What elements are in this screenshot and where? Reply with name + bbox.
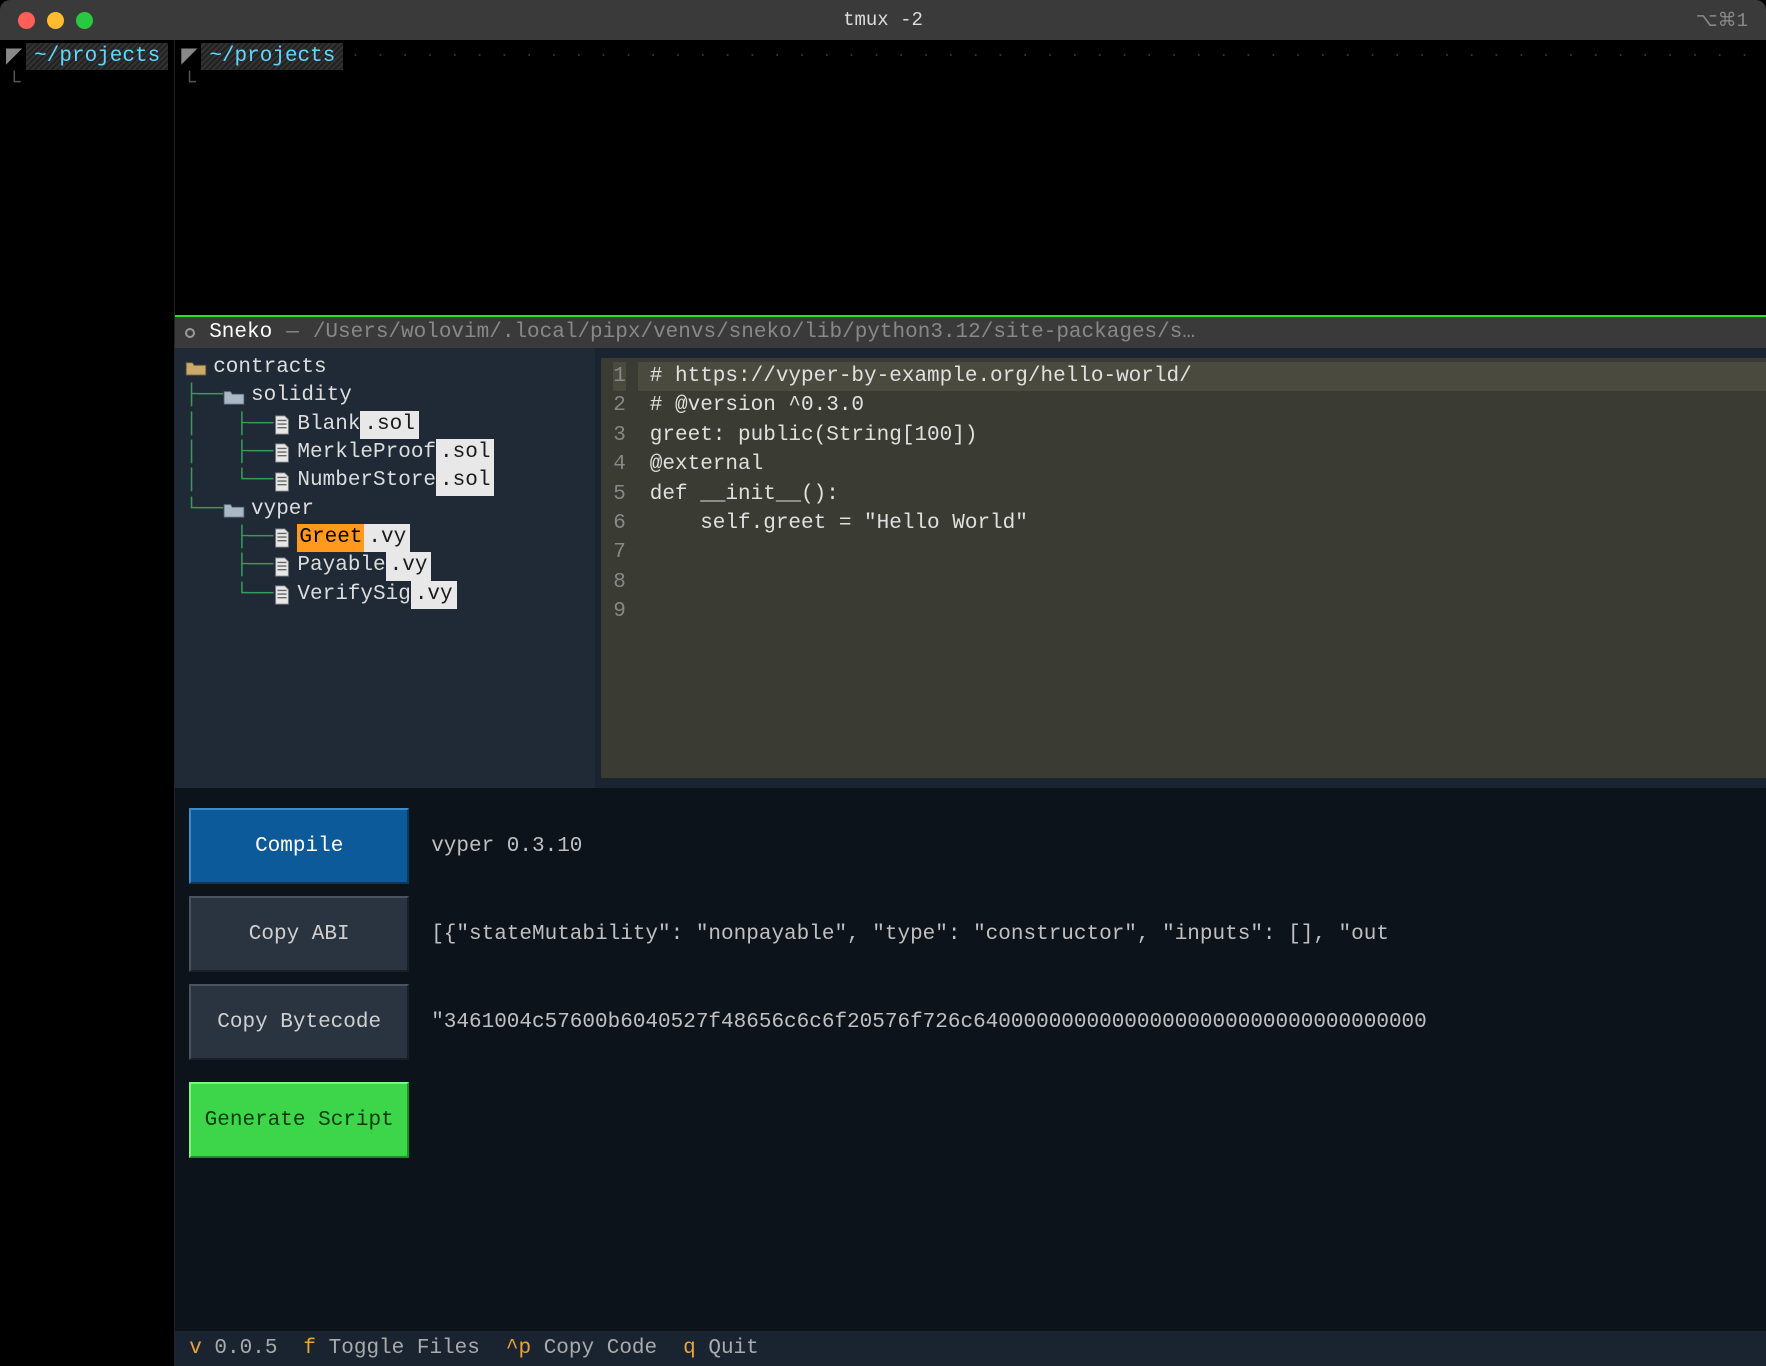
titlebar-right-indicator: ⌥⌘1 [1696,9,1766,32]
status-quit-label: Quit [708,1337,758,1360]
pane-right-header: ◤ ~/projects · · · · · · · · · · · · · ·… [175,40,1766,72]
minimize-window-button[interactable] [47,12,64,29]
maximize-window-button[interactable] [76,12,93,29]
pane-right-empty [175,95,1766,315]
code-line: @external [650,450,1766,479]
file-icon [273,585,291,605]
window-titlebar: tmux -2 ⌥⌘1 [0,0,1766,40]
tree-file-label: Payable [297,552,385,580]
code-line: self.greet = "Hello World" [650,509,1766,538]
tree-folder-vyper[interactable]: └── vyper [185,496,585,524]
tree-file[interactable]: └── VerifySig.vy [185,581,585,609]
tree-file-ext: .vy [364,524,410,552]
tree-folder-label: solidity [251,382,352,410]
powerline-arrow-icon: ◤ [181,43,197,69]
copy-bytecode-button[interactable]: Copy Bytecode [189,984,409,1060]
dots-fill: · · · · · · · · · · · · · · · · · · · · … [343,48,1766,64]
tree-file-selected[interactable]: ├── Greet.vy [185,524,585,552]
pane-left-header: ◤ ~/projects [0,40,174,72]
code-editor[interactable]: 1 23456789 # https://vyper-by-example.or… [601,358,1766,778]
status-toggle-key[interactable]: f [303,1337,316,1360]
folder-icon [185,360,207,376]
status-copy-key[interactable]: ^p [506,1337,531,1360]
app-name: Sneko [209,321,272,344]
tree-file-label: Greet [297,524,364,552]
file-icon [273,528,291,548]
traffic-lights [0,12,93,29]
tree-file-ext: .sol [360,411,418,439]
tree-file-label: VerifySig [297,581,410,609]
status-copy-label: Copy Code [544,1337,657,1360]
app-dash: — [286,321,299,344]
generate-row: Generate Script [189,1082,1766,1158]
prompt-corner-left: └ [0,72,174,95]
actions-area: Compile vyper 0.3.10 Copy ABI [{"stateMu… [175,788,1766,1366]
status-bar: v 0.0.5 f Toggle Files ^p Copy Code q Qu… [175,1331,1766,1366]
code-line: def __init__(): [650,480,1766,509]
app-dot-icon [185,328,195,338]
line-gutter: 1 23456789 [601,358,638,778]
tree-file-ext: .vy [411,581,457,609]
powerline-arrow-icon: ◤ [6,43,22,69]
folder-icon [223,389,245,405]
copy-abi-row: Copy ABI [{"stateMutability": "nonpayabl… [189,896,1766,972]
tree-file-ext: .sol [436,439,494,467]
compile-row: Compile vyper 0.3.10 [189,808,1766,884]
tree-file-label: Blank [297,411,360,439]
file-icon [273,443,291,463]
status-toggle-label: Toggle Files [329,1337,480,1360]
status-version-key: v [189,1337,202,1360]
generate-script-button[interactable]: Generate Script [189,1082,409,1158]
pane-right-path: ~/projects [201,43,343,70]
tree-file-ext: .sol [436,467,494,495]
pane-left-path: ~/projects [26,43,168,70]
tree-file[interactable]: │ ├── MerkleProof.sol [185,439,585,467]
tmux-container: ◤ ~/projects └ ◤ ~/projects · · · · · · … [0,40,1766,1366]
code-line: # https://vyper-by-example.org/hello-wor… [638,362,1766,391]
tree-file[interactable]: │ ├── Blank.sol [185,411,585,439]
tree-root[interactable]: contracts [185,354,585,382]
copy-bytecode-row: Copy Bytecode "3461004c57600b6040527f486… [189,984,1766,1060]
tree-file-label: NumberStore [297,467,436,495]
code-line: greet: public(String[100]) [650,421,1766,450]
prompt-corner-right: └ [175,72,1766,95]
bytecode-output: "3461004c57600b6040527f48656c6c6f20576f7… [431,984,1427,1060]
file-icon [273,557,291,577]
code-lines[interactable]: # https://vyper-by-example.org/hello-wor… [638,358,1766,778]
tmux-pane-left[interactable]: ◤ ~/projects └ [0,40,175,1366]
app-path: /Users/wolovim/.local/pipx/venvs/sneko/l… [313,321,1195,344]
compile-button[interactable]: Compile [189,808,409,884]
close-window-button[interactable] [18,12,35,29]
file-icon [273,472,291,492]
code-line: # @version ^0.3.0 [650,391,1766,420]
file-icon [273,415,291,435]
app-header: Sneko — /Users/wolovim/.local/pipx/venvs… [175,317,1766,348]
copy-abi-button[interactable]: Copy ABI [189,896,409,972]
tree-root-label: contracts [213,354,326,382]
window-title: tmux -2 [843,9,923,31]
tmux-pane-right[interactable]: ◤ ~/projects · · · · · · · · · · · · · ·… [175,40,1766,1366]
status-quit-key[interactable]: q [683,1337,696,1360]
tree-file[interactable]: ├── Payable.vy [185,552,585,580]
status-version: 0.0.5 [214,1337,277,1360]
file-tree[interactable]: contracts ├── solidity │ ├── Blank.sol [175,348,595,788]
tree-file-ext: .vy [386,552,432,580]
app-body: contracts ├── solidity │ ├── Blank.sol [175,348,1766,788]
compile-output: vyper 0.3.10 [431,808,582,884]
folder-icon [223,502,245,518]
abi-output: [{"stateMutability": "nonpayable", "type… [431,896,1389,972]
tree-folder-label: vyper [251,496,314,524]
tree-file[interactable]: │ └── NumberStore.sol [185,467,585,495]
tree-folder-solidity[interactable]: ├── solidity [185,382,585,410]
tree-file-label: MerkleProof [297,439,436,467]
